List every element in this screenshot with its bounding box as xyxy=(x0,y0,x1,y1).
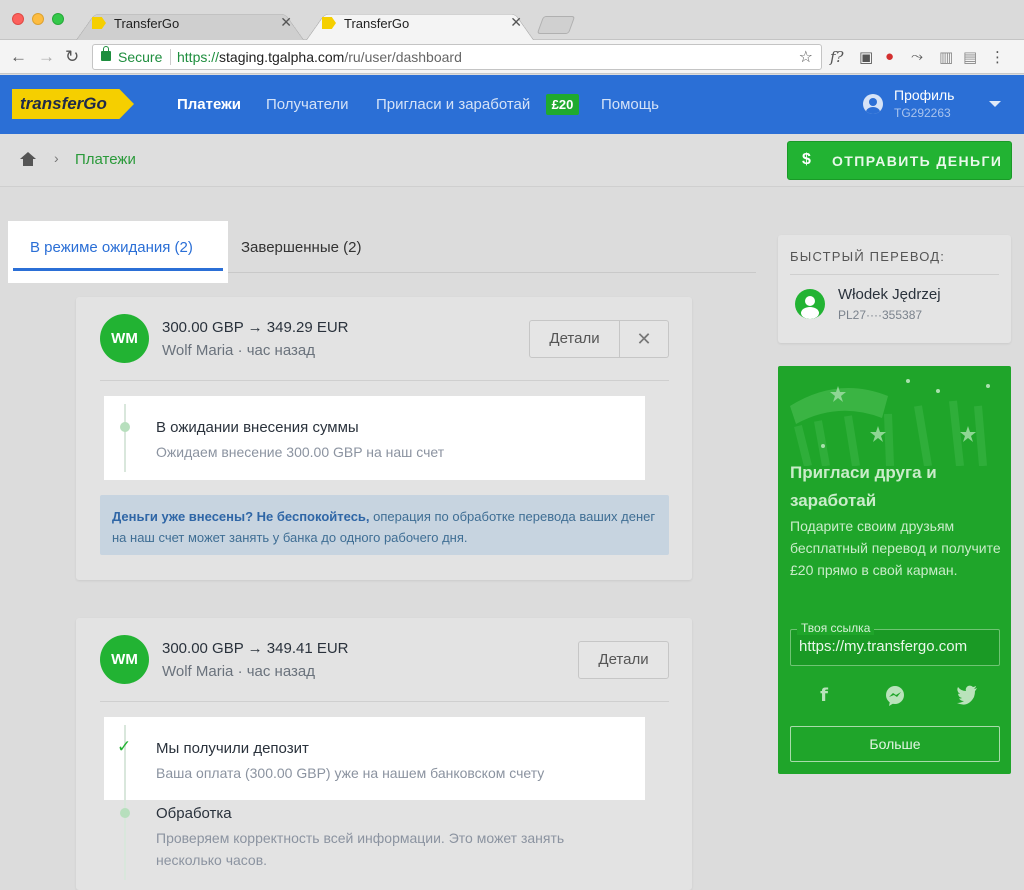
reload-icon[interactable]: ↻ xyxy=(65,47,79,67)
details-button[interactable]: Детали xyxy=(578,641,669,679)
transfer-meta: Wolf Maria · час назад xyxy=(162,342,315,359)
chevron-right-icon: › xyxy=(54,150,59,166)
transfer-meta: Wolf Maria · час назад xyxy=(162,663,315,680)
invite-bonus-badge: £20 xyxy=(546,94,579,115)
tool-extension-icon[interactable]: ⤳ xyxy=(911,48,923,65)
deposit-info-note: Деньги уже внесены? Не беспокойтесь, опе… xyxy=(100,495,669,555)
card-divider xyxy=(100,380,669,381)
grid-extension-icon[interactable]: ▤ xyxy=(963,48,977,66)
cancel-transfer-close-icon[interactable]: ✕ xyxy=(620,320,669,358)
step-subtitle: Ваша оплата (300.00 GBP) уже на нашем ба… xyxy=(156,765,545,781)
close-window-button[interactable] xyxy=(12,13,24,25)
referral-link-label: Твоя ссылка xyxy=(797,621,875,635)
zoom-window-button[interactable] xyxy=(52,13,64,25)
step-subtitle: Ожидаем внесение 300.00 GBP на наш счет xyxy=(156,444,445,460)
step-pending-dot xyxy=(120,422,130,432)
tab-pending-label[interactable]: В режиме ожидания (2) xyxy=(30,239,193,256)
recipient-avatar: WM xyxy=(100,635,149,684)
nav-recipients[interactable]: Получатели xyxy=(266,96,349,113)
card-divider xyxy=(100,701,669,702)
home-icon[interactable] xyxy=(20,152,36,166)
url-text: https://staging.tgalpha.com/ru/user/dash… xyxy=(177,49,462,65)
tabs-divider xyxy=(228,272,756,273)
status-step-highlight xyxy=(104,396,645,480)
breadcrumb-payments[interactable]: Платежи xyxy=(75,151,136,168)
celebration-illustration xyxy=(790,379,990,466)
quick-transfer-panel: БЫСТРЫЙ ПЕРЕВОД: Włodek Jędrzej PL27····… xyxy=(778,235,1011,343)
step-subtitle: Проверяем корректность всей информации. … xyxy=(156,830,565,846)
nav-invite-earn[interactable]: Пригласи и заработай xyxy=(376,96,530,113)
active-tab-indicator xyxy=(13,268,223,271)
nav-help[interactable]: Помощь xyxy=(601,96,659,113)
recipient-user-icon[interactable] xyxy=(795,289,825,319)
send-money-button[interactable]: $ ОТПРАВИТЬ ДЕНЬГИ xyxy=(787,141,1012,180)
chevron-down-icon[interactable] xyxy=(989,101,1001,107)
profile-label[interactable]: Профиль xyxy=(894,87,954,103)
invite-title: Пригласи друга и заработай xyxy=(790,463,937,510)
browser-tab[interactable]: TransferGo ✕ xyxy=(76,8,304,40)
close-tab-icon[interactable]: ✕ xyxy=(510,14,522,31)
close-tab-icon[interactable]: ✕ xyxy=(280,14,292,31)
transfer-amount: 300.00 GBP → 349.41 EUR xyxy=(162,640,349,657)
forward-arrow-icon[interactable]: → xyxy=(38,47,55,67)
quick-recipient-name[interactable]: Włodek Jędrzej xyxy=(838,286,941,303)
step-processing-dot xyxy=(120,808,130,818)
address-bar: ← → ↻ Secure https://staging.tgalpha.com… xyxy=(0,40,1024,74)
step-title: В ожидании внесения суммы xyxy=(156,419,359,436)
profile-id: TG292263 xyxy=(894,106,951,120)
bookmark-star-icon[interactable]: ☆ xyxy=(799,47,813,67)
more-share-button[interactable]: Больше xyxy=(790,726,1000,762)
timeline-line xyxy=(124,404,126,472)
nav-payments[interactable]: Платежи xyxy=(177,96,241,113)
quick-transfer-title: БЫСТРЫЙ ПЕРЕВОД: xyxy=(790,249,946,264)
checkmark-icon: ✓ xyxy=(117,737,132,756)
back-arrow-icon[interactable]: ← xyxy=(10,47,27,67)
browser-tab-active[interactable]: TransferGo ✕ xyxy=(306,8,534,40)
secure-label: Secure xyxy=(118,49,163,65)
invite-description: Подарите своим друзьям бесплатный перево… xyxy=(790,518,1001,578)
browser-menu-icon[interactable]: ⋮ xyxy=(990,48,1005,66)
formula-extension-icon[interactable]: f? xyxy=(830,48,844,66)
screen-extension-icon[interactable]: ▣ xyxy=(859,48,873,66)
url-field[interactable]: Secure https://staging.tgalpha.com/ru/us… xyxy=(92,44,822,70)
tab-completed[interactable]: Завершенные (2) xyxy=(241,239,361,256)
step-subtitle: несколько часов. xyxy=(156,852,268,868)
status-step-highlight xyxy=(104,717,645,800)
pinterest-icon[interactable]: ● xyxy=(885,48,894,65)
transfergo-logo[interactable]: transferGo xyxy=(12,89,134,119)
invite-friend-panel: Пригласи друга и заработай Подарите свои… xyxy=(778,366,1011,774)
quick-recipient-account: PL27····355387 xyxy=(838,308,923,322)
step-title: Мы получили депозит xyxy=(156,740,309,757)
reader-extension-icon[interactable]: ▥ xyxy=(939,48,953,66)
recipient-avatar: WM xyxy=(100,314,149,363)
new-tab-button[interactable] xyxy=(536,16,576,34)
minimize-window-button[interactable] xyxy=(32,13,44,25)
referral-link-input[interactable] xyxy=(799,638,997,655)
browser-tab-title: TransferGo xyxy=(344,16,410,31)
browser-tab-strip: TransferGo ✕ TransferGo ✕ xyxy=(0,0,1024,40)
twitter-icon[interactable] xyxy=(955,685,979,710)
referral-link-field[interactable]: Твоя ссылка xyxy=(790,621,1000,666)
step-title: Обработка xyxy=(156,805,232,822)
details-button[interactable]: Детали xyxy=(529,320,620,358)
facebook-icon[interactable]: f xyxy=(812,685,836,706)
messenger-icon[interactable] xyxy=(883,685,907,712)
profile-avatar-icon[interactable] xyxy=(863,94,883,114)
lock-icon xyxy=(101,46,111,61)
send-money-icon: $ xyxy=(802,151,813,168)
transfer-amount: 300.00 GBP → 349.29 EUR xyxy=(162,319,349,336)
browser-tab-title: TransferGo xyxy=(114,16,180,31)
